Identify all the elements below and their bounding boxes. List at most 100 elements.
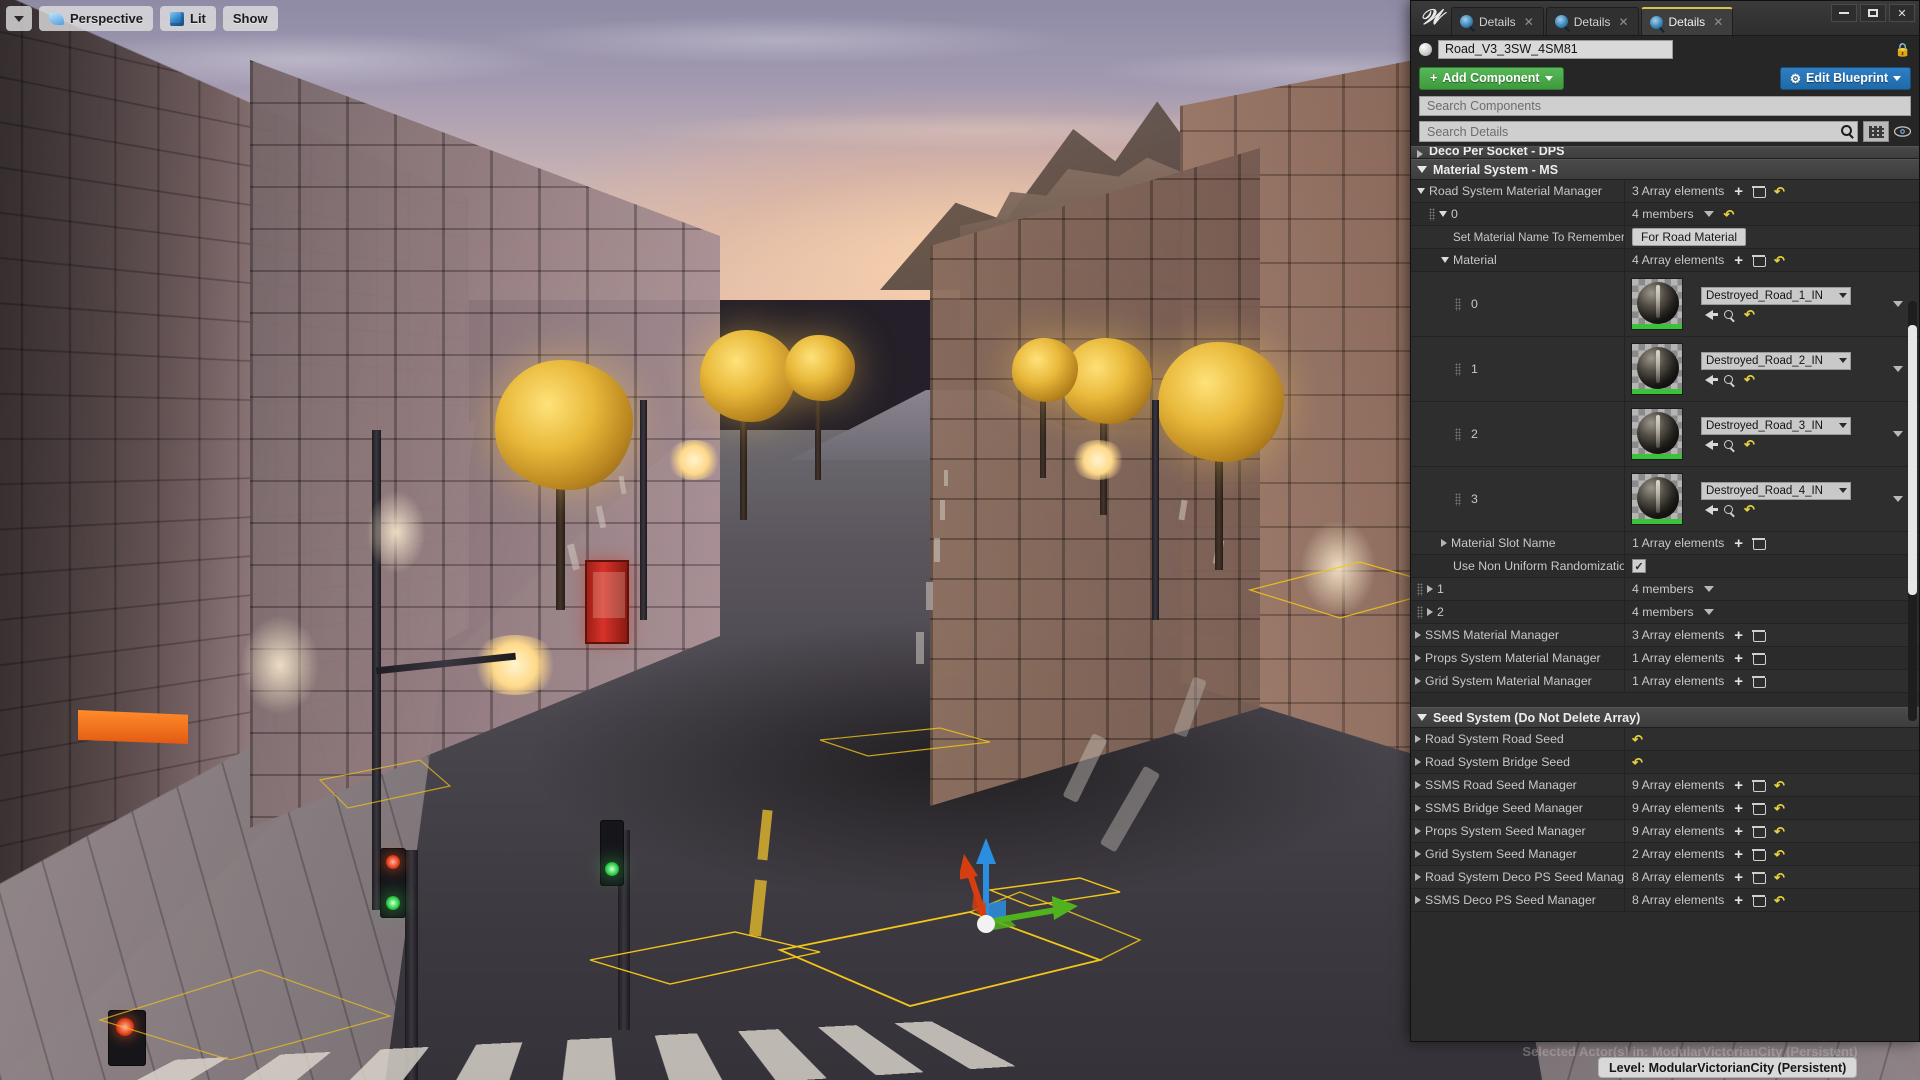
property-row[interactable]: 0 4 members ↶ — [1411, 203, 1919, 226]
add-element-icon[interactable]: + — [1734, 628, 1743, 643]
add-element-icon[interactable]: + — [1734, 536, 1743, 551]
property-tree[interactable]: Deco Per Socket - DPS Material System - … — [1411, 146, 1919, 1041]
chevron-right-icon[interactable] — [1415, 631, 1421, 639]
material-thumbnail[interactable] — [1631, 408, 1683, 460]
drag-handle[interactable] — [1429, 208, 1435, 221]
property-row[interactable]: Use Non Uniform Randomization ✓ — [1411, 555, 1919, 578]
delete-icon[interactable] — [1753, 802, 1764, 814]
browse-to-asset-icon[interactable] — [1724, 310, 1733, 319]
window-titlebar[interactable]: 𝒲 Details ✕ Details ✕ Details ✕ — [1411, 1, 1919, 36]
delete-icon[interactable] — [1753, 537, 1764, 549]
material-thumbnail[interactable] — [1631, 343, 1683, 395]
close-icon[interactable]: ✕ — [1524, 15, 1534, 29]
tab-details-2[interactable]: Details ✕ — [1546, 7, 1639, 35]
chevron-down-icon[interactable] — [1893, 496, 1903, 502]
reset-to-default-icon[interactable]: ↶ — [1744, 503, 1755, 516]
chevron-down-icon[interactable] — [1893, 366, 1903, 372]
viewport-perspective-button[interactable]: Perspective — [39, 6, 153, 31]
chevron-right-icon[interactable] — [1415, 896, 1421, 904]
add-element-icon[interactable]: + — [1734, 801, 1743, 816]
chevron-down-icon[interactable] — [1839, 358, 1847, 363]
browse-to-asset-icon[interactable] — [1724, 440, 1733, 449]
property-row[interactable]: Grid System Seed Manager 2 Array element… — [1411, 843, 1919, 866]
close-icon[interactable]: ✕ — [1713, 15, 1723, 29]
search-details-bar[interactable]: Search Details — [1411, 120, 1919, 146]
delete-icon[interactable] — [1753, 779, 1764, 791]
property-row[interactable]: SSMS Road Seed Manager 9 Array elements … — [1411, 774, 1919, 797]
material-asset-name[interactable]: Destroyed_Road_1_IN — [1701, 287, 1851, 305]
asset-action-icons[interactable]: ↶ — [1701, 438, 1851, 451]
chevron-down-icon[interactable] — [1704, 586, 1714, 592]
reset-to-default-icon[interactable]: ↶ — [1744, 308, 1755, 321]
delete-icon[interactable] — [1753, 871, 1764, 883]
material-asset-picker[interactable]: Destroyed_Road_1_IN ↶ — [1701, 287, 1851, 321]
material-asset-picker[interactable]: Destroyed_Road_2_IN ↶ — [1701, 352, 1851, 386]
property-row[interactable]: Material 4 Array elements + ↶ — [1411, 249, 1919, 272]
chevron-down-icon[interactable] — [1893, 431, 1903, 437]
add-element-icon[interactable]: + — [1734, 778, 1743, 793]
reset-to-default-icon[interactable]: ↶ — [1774, 871, 1785, 884]
category-header-material-system[interactable]: Material System - MS — [1411, 159, 1919, 180]
viewport-toolbar[interactable]: Perspective Lit Show — [6, 6, 278, 31]
material-asset-name[interactable]: Destroyed_Road_4_IN — [1701, 482, 1851, 500]
viewport-lit-button[interactable]: Lit — [160, 6, 216, 31]
property-tree-scrollbar[interactable] — [1908, 301, 1917, 721]
drag-handle[interactable] — [1455, 363, 1461, 376]
drag-handle[interactable] — [1455, 493, 1461, 506]
reset-to-default-icon[interactable]: ↶ — [1632, 756, 1643, 769]
asset-action-icons[interactable]: ↶ — [1701, 503, 1851, 516]
reset-to-default-icon[interactable]: ↶ — [1774, 825, 1785, 838]
chevron-down-icon[interactable] — [1704, 211, 1714, 217]
category-header-seed-system[interactable]: Seed System (Do Not Delete Array) — [1411, 707, 1919, 728]
window-controls[interactable]: ✕ — [1831, 4, 1915, 22]
add-element-icon[interactable]: + — [1734, 824, 1743, 839]
material-name-value[interactable]: For Road Material — [1632, 228, 1746, 246]
use-selected-asset-icon[interactable] — [1705, 375, 1713, 385]
asset-action-icons[interactable]: ↶ — [1701, 308, 1851, 321]
tab-details-3[interactable]: Details ✕ — [1641, 7, 1734, 35]
actor-name-field[interactable]: Road_V3_3SW_4SM81 — [1438, 40, 1673, 59]
lock-icon[interactable]: 🔒 — [1895, 42, 1911, 58]
delete-icon[interactable] — [1753, 675, 1764, 687]
material-asset-picker[interactable]: Destroyed_Road_3_IN ↶ — [1701, 417, 1851, 451]
property-row[interactable]: SSMS Material Manager 3 Array elements + — [1411, 624, 1919, 647]
property-row[interactable]: Road System Bridge Seed ↶ — [1411, 751, 1919, 774]
checkbox-use-non-uniform-randomization[interactable]: ✓ — [1632, 559, 1646, 573]
add-element-icon[interactable]: + — [1734, 870, 1743, 885]
use-selected-asset-icon[interactable] — [1705, 505, 1713, 515]
chevron-right-icon[interactable] — [1415, 677, 1421, 685]
chevron-right-icon[interactable] — [1415, 758, 1421, 766]
use-selected-asset-icon[interactable] — [1705, 440, 1713, 450]
search-components-bar[interactable]: Search Components — [1411, 94, 1919, 120]
material-asset-row[interactable]: 0 Destroyed_Road_1_IN ↶ — [1411, 272, 1919, 337]
search-components-input[interactable]: Search Components — [1419, 96, 1911, 116]
reset-to-default-icon[interactable]: ↶ — [1774, 254, 1785, 267]
material-asset-name[interactable]: Destroyed_Road_3_IN — [1701, 417, 1851, 435]
chevron-right-icon[interactable] — [1415, 873, 1421, 881]
reset-to-default-icon[interactable]: ↶ — [1744, 438, 1755, 451]
material-thumbnail[interactable] — [1631, 473, 1683, 525]
view-options-button[interactable] — [1863, 121, 1889, 142]
chevron-right-icon[interactable] — [1415, 804, 1421, 812]
details-window[interactable]: 𝒲 Details ✕ Details ✕ Details ✕ — [1410, 0, 1920, 1042]
reset-to-default-icon[interactable]: ↶ — [1774, 185, 1785, 198]
use-selected-asset-icon[interactable] — [1705, 310, 1713, 320]
close-icon[interactable]: ✕ — [1618, 15, 1628, 29]
property-row[interactable]: Props System Seed Manager 9 Array elemen… — [1411, 820, 1919, 843]
property-row[interactable]: Grid System Material Manager 1 Array ele… — [1411, 670, 1919, 693]
chevron-down-icon[interactable] — [1893, 301, 1903, 307]
chevron-right-icon[interactable] — [1415, 827, 1421, 835]
asset-action-icons[interactable]: ↶ — [1701, 373, 1851, 386]
chevron-down-icon[interactable] — [1439, 211, 1447, 217]
property-row[interactable]: Road System Deco PS Seed Manager 8 Array… — [1411, 866, 1919, 889]
chevron-down-icon[interactable] — [1839, 423, 1847, 428]
chevron-right-icon[interactable] — [1415, 654, 1421, 662]
edit-blueprint-button[interactable]: ⚙ Edit Blueprint — [1780, 67, 1911, 90]
chevron-down-icon[interactable] — [1704, 609, 1714, 615]
chevron-down-icon[interactable] — [1839, 293, 1847, 298]
actor-name-bar[interactable]: Road_V3_3SW_4SM81 🔒 — [1411, 36, 1919, 62]
reset-to-default-icon[interactable]: ↶ — [1774, 894, 1785, 907]
material-thumbnail[interactable] — [1631, 278, 1683, 330]
delete-icon[interactable] — [1753, 254, 1764, 266]
add-element-icon[interactable]: + — [1734, 184, 1743, 199]
